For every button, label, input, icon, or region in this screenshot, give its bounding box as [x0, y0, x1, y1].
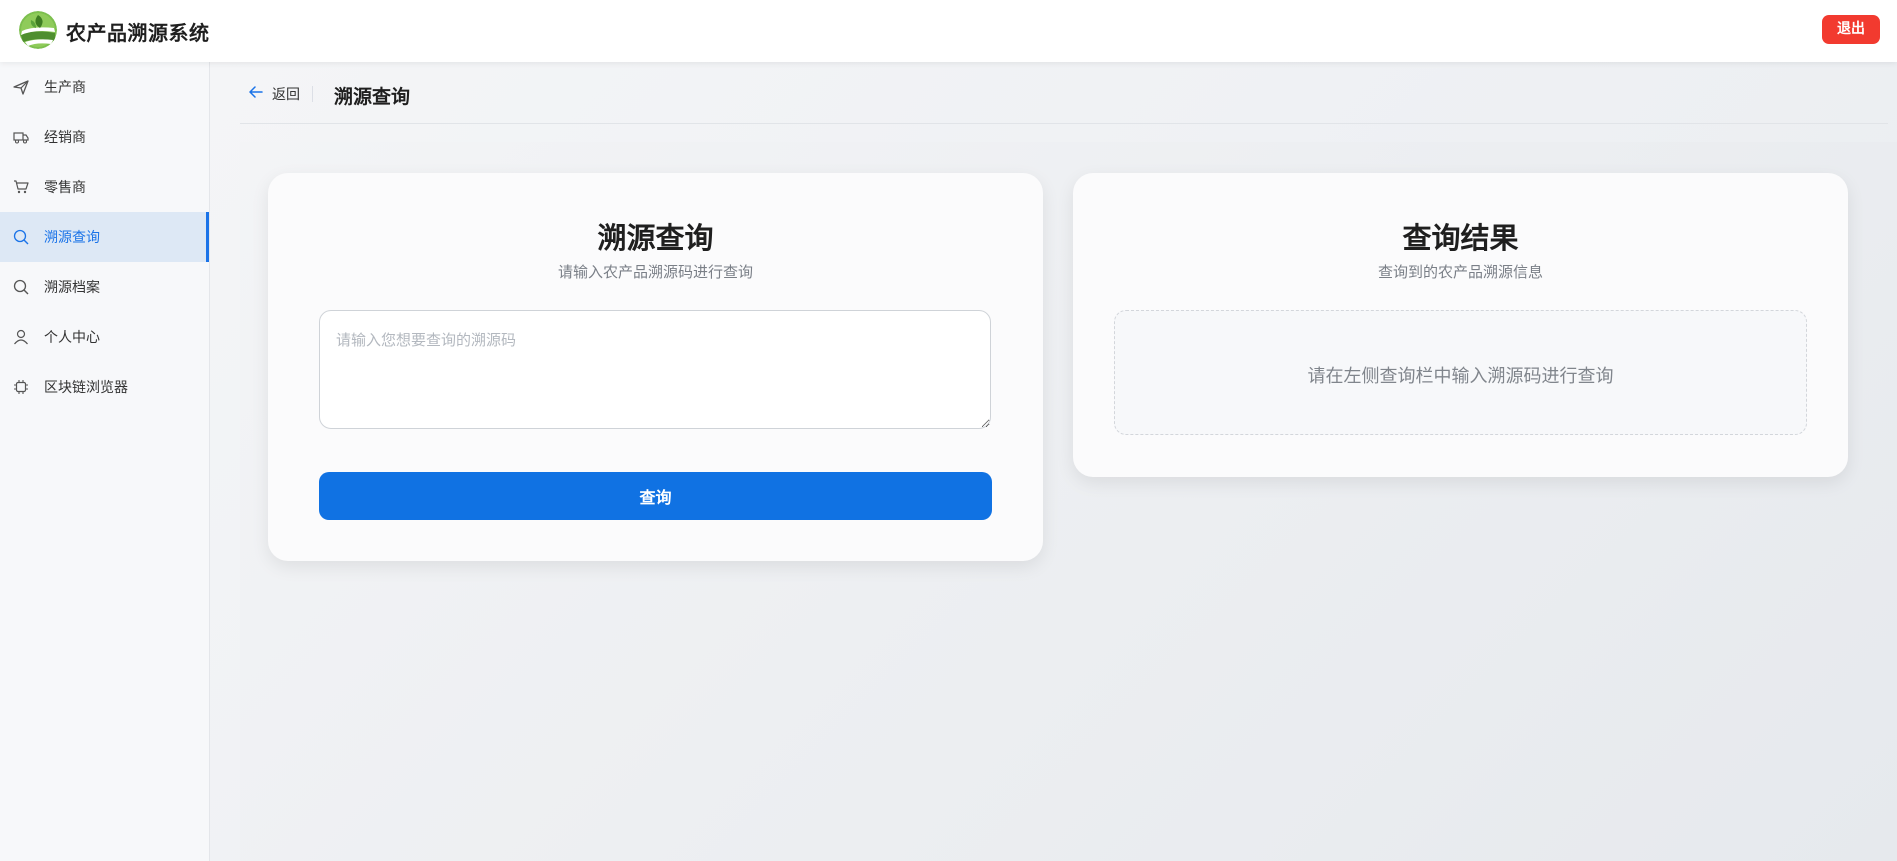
user-icon [13, 329, 29, 345]
truck-icon [13, 129, 29, 145]
search-icon [13, 279, 29, 295]
page-title: 溯源查询 [334, 86, 411, 108]
sidebar-item-label: 溯源档案 [44, 280, 100, 296]
page-header: 返回 溯源查询 [240, 62, 1888, 124]
content-area: 溯源查询 请输入农产品溯源码进行查询 查询 查询结果 查询到的农产品溯源信息 请… [240, 142, 1897, 861]
app-title: 农产品溯源系统 [66, 21, 210, 45]
header-divider [312, 86, 313, 102]
back-button[interactable]: 返回 [248, 84, 300, 104]
search-icon [13, 229, 29, 245]
sidebar-item-label: 生产商 [44, 80, 86, 96]
sidebar-item-trace-query[interactable]: 溯源查询 [0, 212, 209, 262]
main-content: 返回 溯源查询 溯源查询 请输入农产品溯源码进行查询 查询 查询结果 查询到的农… [210, 62, 1897, 861]
trace-code-input[interactable] [319, 310, 991, 429]
sidebar-item-blockchain-explorer[interactable]: 区块链浏览器 [0, 362, 209, 412]
sidebar-item-producer[interactable]: 生产商 [0, 62, 209, 112]
sidebar-item-label: 经销商 [44, 130, 86, 146]
chip-icon [13, 379, 29, 395]
result-card: 查询结果 查询到的农产品溯源信息 请在左侧查询栏中输入溯源码进行查询 [1073, 173, 1848, 477]
sidebar-item-profile[interactable]: 个人中心 [0, 312, 209, 362]
result-empty-box: 请在左侧查询栏中输入溯源码进行查询 [1114, 310, 1807, 435]
query-card-subtitle: 请输入农产品溯源码进行查询 [557, 263, 753, 281]
query-card: 溯源查询 请输入农产品溯源码进行查询 查询 [268, 173, 1043, 561]
cart-icon [13, 179, 29, 195]
sidebar-item-label: 区块链浏览器 [44, 380, 128, 396]
query-card-title: 溯源查询 [597, 221, 714, 255]
sidebar-item-label: 溯源查询 [44, 230, 100, 246]
result-card-title: 查询结果 [1402, 221, 1519, 255]
sidebar-item-label: 零售商 [44, 180, 86, 196]
back-label: 返回 [272, 87, 300, 103]
logout-button[interactable]: 退出 [1822, 15, 1880, 44]
sidebar: 生产商 经销商 零售商 溯源查询 溯源档案 个人中心 区块链浏览器 [0, 62, 210, 861]
arrow-left-icon [248, 84, 264, 104]
sidebar-item-retailer[interactable]: 零售商 [0, 162, 209, 212]
sidebar-item-label: 个人中心 [44, 330, 100, 346]
top-header: 农产品溯源系统 退出 [0, 0, 1897, 62]
result-empty-text: 请在左侧查询栏中输入溯源码进行查询 [1307, 366, 1614, 387]
query-button[interactable]: 查询 [319, 472, 992, 520]
sidebar-item-distributor[interactable]: 经销商 [0, 112, 209, 162]
result-card-subtitle: 查询到的农产品溯源信息 [1377, 263, 1543, 281]
paper-plane-icon [13, 79, 29, 95]
app-logo [19, 11, 57, 49]
sidebar-item-trace-archive[interactable]: 溯源档案 [0, 262, 209, 312]
